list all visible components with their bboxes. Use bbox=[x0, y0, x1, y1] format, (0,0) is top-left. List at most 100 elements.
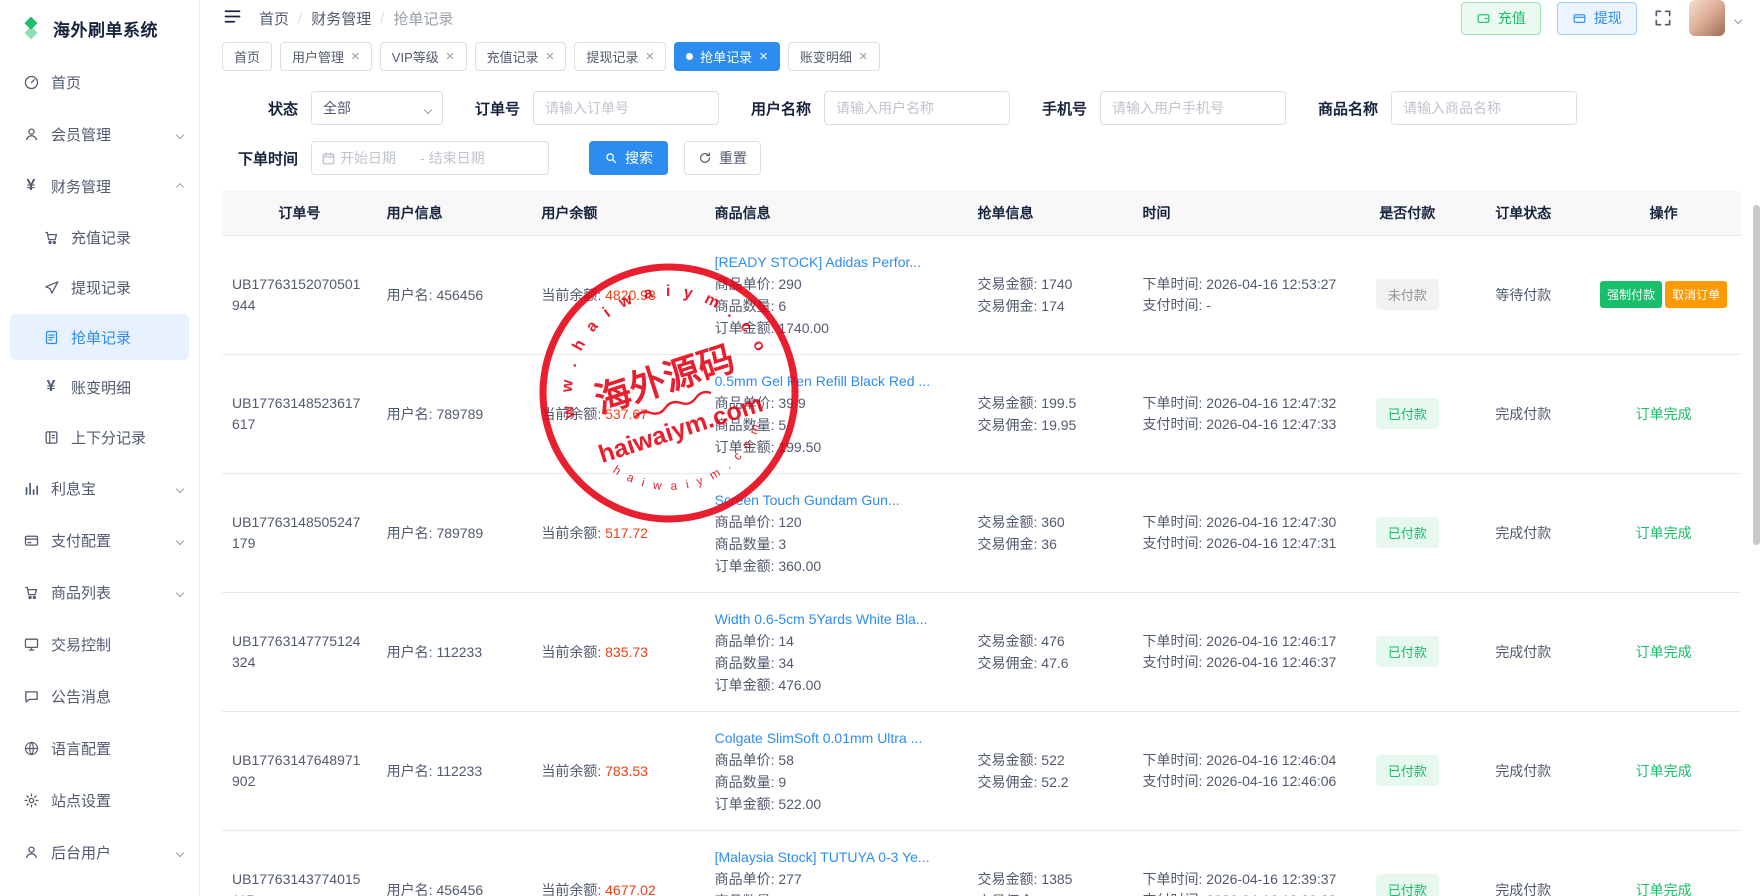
product-name-link[interactable]: Colgate SlimSoft 0.01mm Ultra ... bbox=[715, 727, 958, 749]
pay-time: 支付时间: 2026-04-16 12:39:38 bbox=[1143, 890, 1345, 896]
sidebar-item-label: 公告消息 bbox=[51, 686, 111, 707]
close-icon[interactable]: × bbox=[645, 49, 654, 64]
tab-vip-level[interactable]: VIP等级 × bbox=[380, 42, 467, 71]
sidebar-item-updown-records[interactable]: 上下分记录 bbox=[0, 412, 199, 462]
order-complete-text: 订单完成 bbox=[1636, 644, 1692, 660]
breadcrumb-item[interactable]: 首页 bbox=[259, 8, 289, 29]
trade-commission: 交易佣金: 36 bbox=[978, 533, 1123, 555]
close-icon[interactable]: × bbox=[446, 49, 455, 64]
withdraw-button-label: 提现 bbox=[1594, 8, 1622, 28]
column-header: 订单状态 bbox=[1460, 191, 1586, 235]
sidebar-item-grab-records[interactable]: 抢单记录 bbox=[10, 314, 189, 360]
trade-amount: 交易金额: 360 bbox=[978, 511, 1123, 533]
end-date-input[interactable] bbox=[429, 150, 505, 166]
product-name-input[interactable] bbox=[1391, 91, 1577, 125]
tab-grab-records[interactable]: 抢单记录 × bbox=[674, 42, 780, 71]
product-name-link[interactable]: Screen Touch Gundam Gun... bbox=[715, 489, 958, 511]
ledger-icon bbox=[42, 428, 60, 446]
trade-amount: 交易金额: 476 bbox=[978, 630, 1123, 652]
force-pay-button[interactable]: 强制付款 bbox=[1600, 281, 1662, 308]
pay-status-badge: 已付款 bbox=[1376, 636, 1439, 667]
user-info: 用户名: 456456 bbox=[387, 287, 484, 303]
tab-withdraw-records[interactable]: 提现记录 × bbox=[574, 42, 666, 71]
withdraw-button[interactable]: 提现 bbox=[1557, 2, 1637, 35]
product-name-link[interactable]: Width 0.6-5cm 5Yards White Bla... bbox=[715, 608, 958, 630]
reset-button[interactable]: 重置 bbox=[684, 141, 761, 175]
vertical-scrollbar[interactable] bbox=[1753, 205, 1760, 545]
order-number: UB17763148523617617 bbox=[232, 393, 367, 435]
user-menu-caret-icon[interactable] bbox=[1735, 10, 1741, 26]
status-filter: 状态 全部 bbox=[222, 91, 443, 125]
document-icon bbox=[42, 328, 60, 346]
yen-icon: ¥ bbox=[22, 177, 40, 195]
balance-label: 当前余额: bbox=[541, 525, 601, 541]
fullscreen-icon[interactable] bbox=[1653, 8, 1673, 28]
sidebar-item-site-settings[interactable]: 站点设置 bbox=[0, 774, 199, 826]
start-date-input[interactable] bbox=[340, 150, 416, 166]
sidebar-item-finance[interactable]: ¥ 财务管理 bbox=[0, 160, 199, 212]
order-status: 完成付款 bbox=[1495, 763, 1551, 779]
tab-user-mgmt[interactable]: 用户管理 × bbox=[280, 42, 372, 71]
sidebar-item-announcements[interactable]: 公告消息 bbox=[0, 670, 199, 722]
sidebar-item-recharge-records[interactable]: 充值记录 bbox=[0, 212, 199, 262]
card-icon bbox=[1572, 11, 1587, 26]
close-icon[interactable]: × bbox=[351, 49, 360, 64]
close-icon[interactable]: × bbox=[859, 49, 868, 64]
tab-recharge-records[interactable]: 充值记录 × bbox=[475, 42, 567, 71]
phone-input[interactable] bbox=[1100, 91, 1286, 125]
chevron-down-icon bbox=[177, 844, 183, 861]
tab-label: 充值记录 bbox=[487, 47, 539, 66]
sidebar-item-payment-config[interactable]: 支付配置 bbox=[0, 514, 199, 566]
order-status: 等待付款 bbox=[1495, 287, 1551, 303]
tab-label: 用户管理 bbox=[292, 47, 344, 66]
close-icon[interactable]: × bbox=[546, 49, 555, 64]
order-time: 下单时间: 2026-04-16 12:46:04 bbox=[1143, 750, 1345, 771]
order-no-input[interactable] bbox=[533, 91, 719, 125]
sidebar-item-balance-changes[interactable]: ¥ 账变明细 bbox=[0, 362, 199, 412]
username-input[interactable] bbox=[824, 91, 1010, 125]
tab-home[interactable]: 首页 bbox=[222, 42, 272, 71]
sidebar-item-trade-control[interactable]: 交易控制 bbox=[0, 618, 199, 670]
search-button[interactable]: 搜索 bbox=[589, 141, 668, 175]
cancel-order-button[interactable]: 取消订单 bbox=[1665, 281, 1727, 308]
status-select[interactable]: 全部 bbox=[311, 91, 443, 125]
sidebar-item-admin-users[interactable]: 后台用户 bbox=[0, 826, 199, 878]
balance-label: 当前余额: bbox=[541, 763, 601, 779]
recharge-button-label: 充值 bbox=[1498, 8, 1526, 28]
order-amount: 订单金额: 1740.00 bbox=[715, 317, 958, 339]
pay-status-badge: 已付款 bbox=[1376, 398, 1439, 429]
menu-toggle-icon[interactable] bbox=[222, 6, 243, 30]
product-name-link[interactable]: [Malaysia Stock] TUTUYA 0-3 Ye... bbox=[715, 846, 958, 868]
breadcrumb: 首页 / 财务管理 / 抢单记录 bbox=[259, 8, 453, 29]
sidebar-item-label: 充值记录 bbox=[71, 227, 131, 248]
product-name-link[interactable]: 0.5mm Gel Pen Refill Black Red ... bbox=[715, 370, 958, 392]
refresh-icon bbox=[698, 151, 712, 165]
product-name-link[interactable]: [READY STOCK] Adidas Perfor... bbox=[715, 251, 958, 273]
breadcrumb-item[interactable]: 财务管理 bbox=[311, 8, 371, 29]
date-range-picker[interactable]: - bbox=[311, 141, 549, 175]
sidebar-item-withdraw-records[interactable]: 提现记录 bbox=[0, 262, 199, 312]
close-icon[interactable]: × bbox=[759, 49, 768, 64]
filter-row: 状态 全部 订单号 用户名称 手机号 bbox=[222, 91, 1741, 125]
sidebar-item-home[interactable]: 首页 bbox=[0, 56, 199, 108]
tab-balance-changes[interactable]: 账变明细 × bbox=[788, 42, 880, 71]
column-header: 订单号 bbox=[222, 191, 377, 235]
product-unit-price: 商品单价: 58 bbox=[715, 749, 958, 771]
sidebar-item-label: 提现记录 bbox=[71, 277, 131, 298]
records-table: 订单号 用户信息 用户余额 商品信息 抢单信息 时间 是否付款 订单状态 操作 … bbox=[200, 191, 1763, 896]
recharge-button[interactable]: 充值 bbox=[1461, 2, 1541, 35]
column-header: 是否付款 bbox=[1354, 191, 1460, 235]
user-avatar[interactable] bbox=[1689, 0, 1725, 36]
sidebar-item-interest[interactable]: 利息宝 bbox=[0, 462, 199, 514]
sidebar-item-product-list[interactable]: 商品列表 bbox=[0, 566, 199, 618]
sidebar-item-members[interactable]: 会员管理 bbox=[0, 108, 199, 160]
product-unit-price: 商品单价: 39.9 bbox=[715, 392, 958, 414]
order-complete-text: 订单完成 bbox=[1636, 525, 1692, 541]
order-time: 下单时间: 2026-04-16 12:47:30 bbox=[1143, 512, 1345, 533]
username-label: 用户名称 bbox=[751, 98, 811, 119]
app-root: 海外刷单系统 首页 会员管理 ¥ 财务管理 bbox=[0, 0, 1763, 896]
sidebar-item-language-config[interactable]: 语言配置 bbox=[0, 722, 199, 774]
bank-card-icon bbox=[22, 531, 40, 549]
breadcrumb-separator: / bbox=[380, 10, 384, 27]
product-quantity: 商品数量: 5 bbox=[715, 890, 958, 896]
